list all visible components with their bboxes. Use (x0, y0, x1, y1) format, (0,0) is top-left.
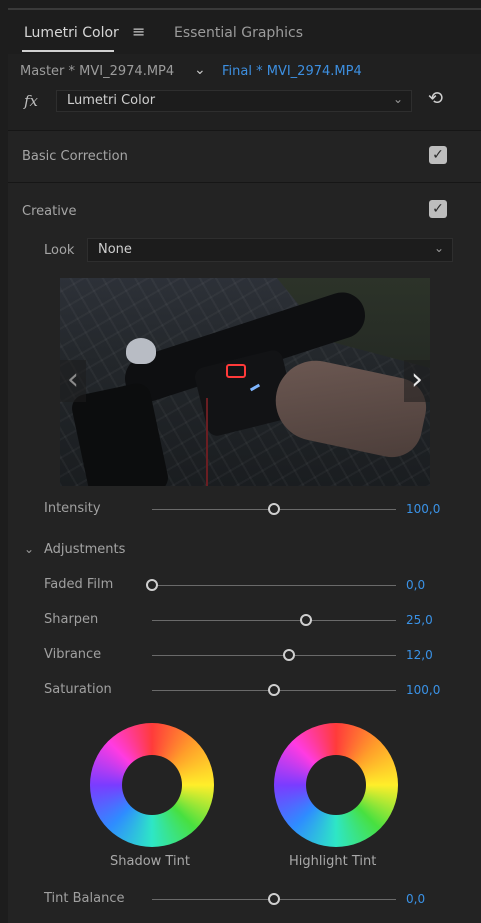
panel-tab-bar: Lumetri Color ≡ Essential Graphics (8, 8, 481, 56)
saturation-slider[interactable] (152, 684, 396, 696)
faded-film-label: Faded Film (44, 577, 114, 592)
intensity-slider-thumb[interactable] (268, 503, 280, 515)
faded-film-value[interactable]: 0,0 (406, 578, 425, 592)
effect-dropdown-value: Lumetri Color (67, 93, 156, 108)
tint-balance-slider[interactable] (152, 893, 396, 905)
vibrance-value[interactable]: 12,0 (406, 648, 433, 662)
section-creative[interactable]: Creative ✓ (8, 182, 481, 235)
section-title-creative[interactable]: Creative (22, 204, 77, 219)
reset-effect-icon[interactable]: ⟲ (428, 88, 443, 109)
shadow-tint-wheel[interactable] (90, 723, 214, 847)
basic-correction-checkbox[interactable]: ✓ (429, 146, 447, 164)
intensity-slider[interactable] (152, 503, 396, 515)
active-tab-underline (22, 50, 114, 52)
section-title-basic-correction[interactable]: Basic Correction (22, 149, 128, 164)
faded-film-slider[interactable] (146, 579, 396, 591)
chevron-down-icon: ⌄ (433, 241, 444, 255)
tab-essential-graphics[interactable]: Essential Graphics (174, 24, 303, 42)
final-clip-label[interactable]: Final * MVI_2974.MP4 (222, 64, 362, 79)
saturation-label: Saturation (44, 682, 112, 697)
next-look-arrow-icon[interactable]: › (404, 360, 430, 402)
chevron-down-icon: ⌄ (392, 92, 403, 106)
sharpen-slider-thumb[interactable] (299, 614, 312, 626)
saturation-slider-thumb[interactable] (268, 684, 280, 696)
intensity-value[interactable]: 100,0 (406, 502, 440, 516)
chevron-down-icon[interactable]: ⌄ (194, 62, 206, 78)
vibrance-slider[interactable] (152, 649, 396, 661)
highlight-tint-label: Highlight Tint (289, 854, 377, 869)
section-basic-correction[interactable]: Basic Correction ✓ (8, 130, 481, 183)
faded-film-slider-thumb[interactable] (146, 579, 158, 591)
shadow-tint-label: Shadow Tint (110, 854, 190, 869)
shadow-tint-wheel-center[interactable] (122, 755, 182, 815)
look-label: Look (44, 243, 75, 258)
clip-selector-bar: Master * MVI_2974.MP4 ⌄ Final * MVI_2974… (8, 54, 481, 131)
intensity-label: Intensity (44, 501, 101, 516)
master-clip-label[interactable]: Master * MVI_2974.MP4 (20, 64, 174, 79)
creative-checkbox[interactable]: ✓ (429, 200, 447, 218)
tint-balance-slider-thumb[interactable] (268, 893, 280, 905)
sharpen-slider[interactable] (152, 614, 396, 626)
sharpen-value[interactable]: 25,0 (406, 613, 433, 627)
tab-lumetri-color[interactable]: Lumetri Color (24, 24, 119, 42)
highlight-tint-wheel-center[interactable] (306, 755, 366, 815)
tint-balance-value[interactable]: 0,0 (406, 892, 425, 906)
vibrance-slider-thumb[interactable] (282, 649, 295, 661)
highlight-tint-wheel[interactable] (274, 723, 398, 847)
sharpen-label: Sharpen (44, 612, 99, 627)
effect-dropdown[interactable]: Lumetri Color ⌄ (56, 90, 412, 112)
look-dropdown-value: None (98, 242, 132, 257)
chevron-down-icon[interactable]: ⌄ (24, 542, 34, 556)
previous-look-arrow-icon[interactable]: ‹ (60, 360, 86, 402)
look-preview-thumbnail: ‹ › (60, 278, 430, 486)
vibrance-label: Vibrance (44, 647, 102, 662)
tint-balance-label: Tint Balance (44, 891, 125, 906)
preview-bell (126, 338, 156, 364)
preview-brake-cable (206, 398, 208, 486)
saturation-value[interactable]: 100,0 (406, 683, 440, 697)
look-dropdown[interactable]: None ⌄ (87, 238, 453, 262)
adjustments-title[interactable]: Adjustments (44, 542, 125, 557)
hamburger-menu-icon[interactable]: ≡ (132, 22, 145, 41)
fx-icon[interactable]: fx (24, 92, 38, 110)
lumetri-panel: Lumetri Color ≡ Essential Graphics Maste… (8, 8, 481, 923)
preview-speed-led (226, 364, 246, 378)
